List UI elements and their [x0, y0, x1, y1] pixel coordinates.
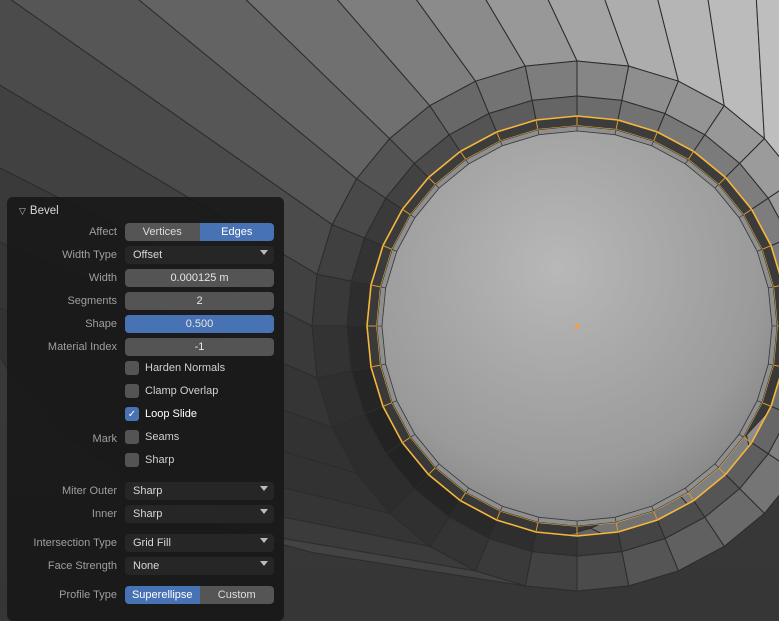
harden-normals-label: Harden Normals — [145, 362, 225, 374]
mark-seams-label: Seams — [145, 431, 179, 443]
mark-label: Mark — [17, 433, 125, 445]
loop-slide-checkbox[interactable]: ✓ — [125, 407, 139, 421]
profile-type-label: Profile Type — [17, 589, 125, 601]
affect-edges[interactable]: Edges — [200, 223, 275, 241]
chevron-down-icon — [260, 486, 268, 491]
chevron-down-icon — [260, 250, 268, 255]
width-type-dropdown[interactable]: Offset — [125, 246, 274, 264]
affect-toggle: Vertices Edges — [125, 223, 274, 241]
affect-label: Affect — [17, 226, 125, 238]
miter-inner-dropdown[interactable]: Sharp — [125, 505, 274, 523]
harden-normals-checkbox[interactable] — [125, 361, 139, 375]
clamp-overlap-label: Clamp Overlap — [145, 385, 218, 397]
profile-custom[interactable]: Custom — [200, 586, 275, 604]
mark-sharp-label: Sharp — [145, 454, 174, 466]
shape-slider[interactable]: 0.500 — [125, 315, 274, 333]
intersection-type-dropdown[interactable]: Grid Fill — [125, 534, 274, 552]
width-field[interactable]: 0.000125 m — [125, 269, 274, 287]
mark-seams-checkbox[interactable] — [125, 430, 139, 444]
segments-field[interactable]: 2 — [125, 292, 274, 310]
width-label: Width — [17, 272, 125, 284]
disclosure-icon: ▽ — [19, 206, 26, 217]
shape-label: Shape — [17, 318, 125, 330]
face-strength-dropdown[interactable]: None — [125, 557, 274, 575]
panel-header[interactable]: ▽ Bevel — [17, 203, 274, 223]
miter-outer-label: Miter Outer — [17, 485, 125, 497]
width-type-value: Offset — [133, 249, 162, 261]
profile-superellipse[interactable]: Superellipse — [125, 586, 200, 604]
face-strength-value: None — [133, 560, 159, 572]
profile-type-toggle: Superellipse Custom — [125, 586, 274, 604]
affect-vertices[interactable]: Vertices — [125, 223, 200, 241]
clamp-overlap-checkbox[interactable] — [125, 384, 139, 398]
chevron-down-icon — [260, 538, 268, 543]
mark-sharp-checkbox[interactable] — [125, 453, 139, 467]
segments-label: Segments — [17, 295, 125, 307]
origin-dot — [575, 324, 579, 328]
material-index-field[interactable]: -1 — [125, 338, 274, 356]
face-strength-label: Face Strength — [17, 560, 125, 572]
loop-slide-label: Loop Slide — [145, 408, 197, 420]
shape-value: 0.500 — [186, 318, 214, 330]
material-index-label: Material Index — [17, 341, 125, 353]
panel-title: Bevel — [30, 205, 59, 217]
bevel-panel: ▽ Bevel Affect Vertices Edges Width Type… — [7, 197, 284, 621]
miter-outer-value: Sharp — [133, 485, 162, 497]
intersection-type-value: Grid Fill — [133, 537, 171, 549]
chevron-down-icon — [260, 509, 268, 514]
miter-inner-value: Sharp — [133, 508, 162, 520]
miter-inner-label: Inner — [17, 508, 125, 520]
miter-outer-dropdown[interactable]: Sharp — [125, 482, 274, 500]
intersection-type-label: Intersection Type — [17, 537, 125, 549]
width-type-label: Width Type — [17, 249, 125, 261]
chevron-down-icon — [260, 561, 268, 566]
